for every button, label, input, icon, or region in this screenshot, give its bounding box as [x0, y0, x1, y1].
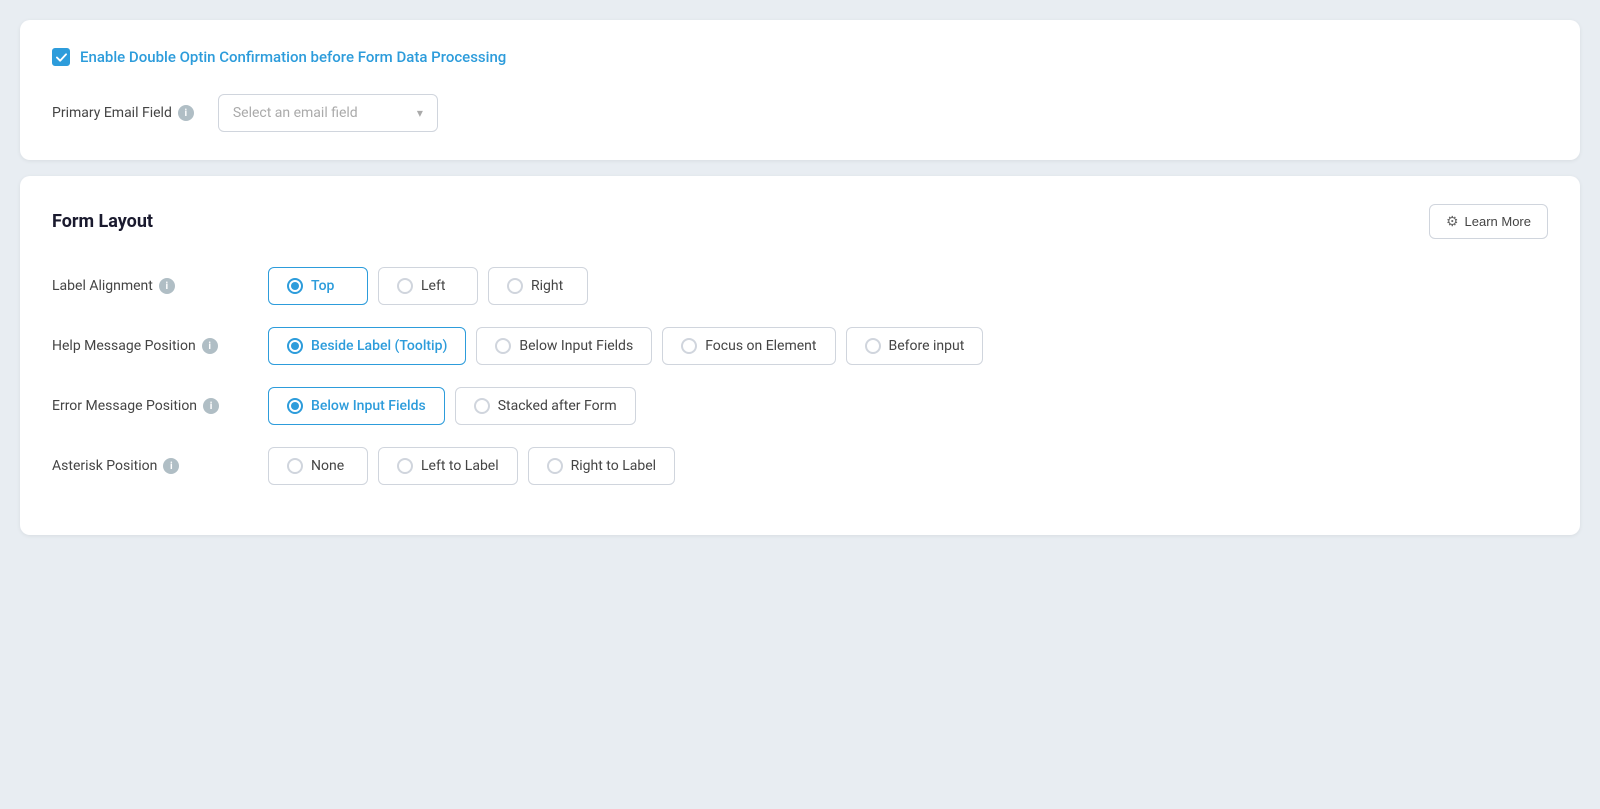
learn-more-button[interactable]: ⚙ Learn More — [1429, 204, 1548, 239]
error-message-info-icon[interactable]: i — [203, 398, 219, 414]
form-layout-header: Form Layout ⚙ Learn More — [52, 204, 1548, 239]
label-alignment-row: Label Alignment i Top Left Right — [52, 267, 1548, 305]
help-message-position-options: Beside Label (Tooltip) Below Input Field… — [268, 327, 983, 365]
error-stacked-after[interactable]: Stacked after Form — [455, 387, 636, 425]
help-beside-label[interactable]: Beside Label (Tooltip) — [268, 327, 466, 365]
radio-asterisk-left-circle — [397, 458, 413, 474]
radio-error-below-circle — [287, 398, 303, 414]
asterisk-position-row: Asterisk Position i None Left to Label R… — [52, 447, 1548, 485]
radio-right-circle — [507, 278, 523, 294]
help-message-info-icon[interactable]: i — [202, 338, 218, 354]
help-focus-element[interactable]: Focus on Element — [662, 327, 835, 365]
email-field-chevron-icon: ▾ — [417, 106, 423, 120]
asterisk-position-label: Asterisk Position i — [52, 458, 252, 474]
radio-stacked-circle — [474, 398, 490, 414]
help-message-position-row: Help Message Position i Beside Label (To… — [52, 327, 1548, 365]
radio-left-circle — [397, 278, 413, 294]
label-alignment-info-icon[interactable]: i — [159, 278, 175, 294]
label-alignment-left[interactable]: Left — [378, 267, 478, 305]
error-message-position-label: Error Message Position i — [52, 398, 252, 414]
asterisk-position-options: None Left to Label Right to Label — [268, 447, 675, 485]
label-alignment-label: Label Alignment i — [52, 278, 252, 294]
radio-asterisk-right-circle — [547, 458, 563, 474]
asterisk-info-icon[interactable]: i — [163, 458, 179, 474]
learn-more-label: Learn More — [1465, 214, 1531, 229]
error-below-input[interactable]: Below Input Fields — [268, 387, 445, 425]
label-alignment-right[interactable]: Right — [488, 267, 588, 305]
primary-email-field-row: Primary Email Field i Select an email fi… — [52, 94, 1548, 132]
error-message-position-options: Below Input Fields Stacked after Form — [268, 387, 636, 425]
radio-beside-label-circle — [287, 338, 303, 354]
top-card: Enable Double Optin Confirmation before … — [20, 20, 1580, 160]
double-optin-row: Enable Double Optin Confirmation before … — [52, 48, 1548, 66]
error-message-position-row: Error Message Position i Below Input Fie… — [52, 387, 1548, 425]
asterisk-none[interactable]: None — [268, 447, 368, 485]
double-optin-checkbox[interactable] — [52, 48, 70, 66]
primary-email-label: Primary Email Field i — [52, 105, 194, 121]
form-layout-card: Form Layout ⚙ Learn More Label Alignment… — [20, 176, 1580, 535]
radio-before-input-circle — [865, 338, 881, 354]
help-message-position-label: Help Message Position i — [52, 338, 252, 354]
radio-top-circle — [287, 278, 303, 294]
asterisk-left-to-label[interactable]: Left to Label — [378, 447, 518, 485]
primary-email-info-icon[interactable]: i — [178, 105, 194, 121]
gear-icon: ⚙ — [1446, 213, 1459, 230]
help-below-input[interactable]: Below Input Fields — [476, 327, 652, 365]
radio-below-input-circle — [495, 338, 511, 354]
email-field-select[interactable]: Select an email field ▾ — [218, 94, 438, 132]
email-field-placeholder: Select an email field — [233, 105, 358, 121]
asterisk-right-to-label[interactable]: Right to Label — [528, 447, 675, 485]
form-layout-title: Form Layout — [52, 211, 153, 232]
help-before-input[interactable]: Before input — [846, 327, 984, 365]
label-alignment-top[interactable]: Top — [268, 267, 368, 305]
radio-asterisk-none-circle — [287, 458, 303, 474]
label-alignment-options: Top Left Right — [268, 267, 588, 305]
double-optin-label: Enable Double Optin Confirmation before … — [80, 48, 506, 66]
radio-focus-element-circle — [681, 338, 697, 354]
